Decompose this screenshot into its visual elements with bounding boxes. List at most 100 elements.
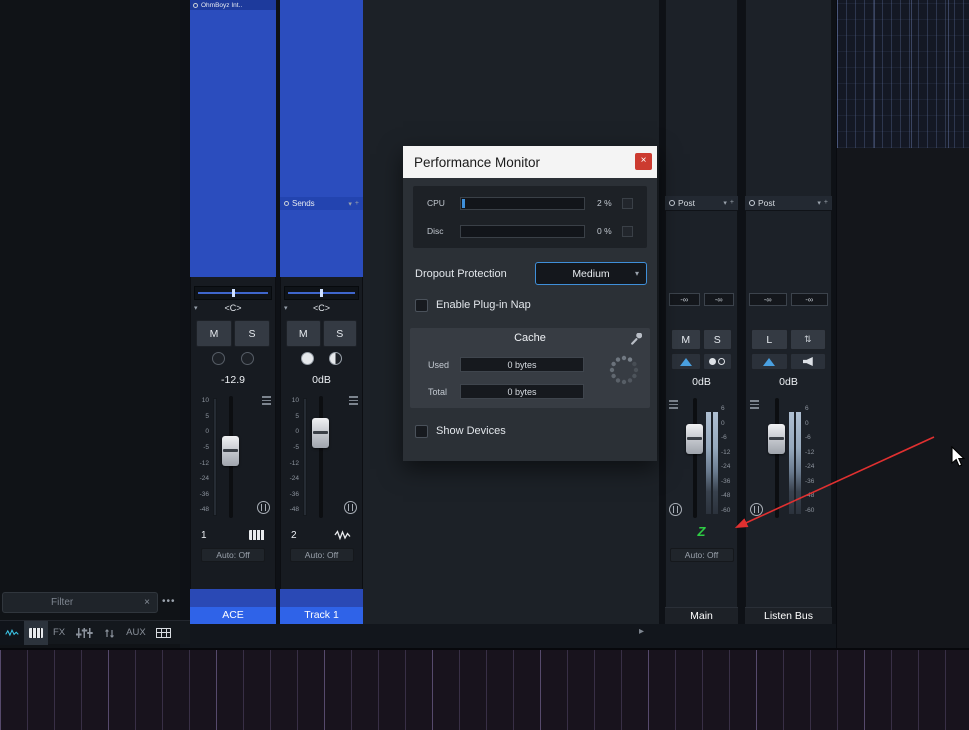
peak-readout-right[interactable]: -∞ [790, 293, 828, 306]
channel-mode-button[interactable] [669, 503, 682, 516]
show-devices-label: Show Devices [436, 425, 506, 437]
monitor-button[interactable] [241, 352, 254, 365]
automation-options-icon[interactable] [669, 400, 678, 409]
peak-readout-left[interactable]: -∞ [749, 293, 787, 306]
filter-input[interactable]: Filter × [2, 592, 158, 613]
scale-label: -24 [289, 475, 299, 483]
gain-value[interactable]: -12.9 [190, 374, 276, 386]
channel-mode-button[interactable] [344, 501, 357, 514]
chevron-down-icon[interactable]: ▾ [723, 199, 727, 207]
dropout-protection-select[interactable]: Medium ▾ [535, 262, 647, 285]
peak-readout-left[interactable]: -∞ [669, 293, 700, 306]
scale-label: -24 [721, 463, 731, 470]
channel-name[interactable]: Main [665, 607, 738, 624]
channel-name[interactable]: Listen Bus [745, 607, 832, 624]
scale-label: -48 [721, 492, 731, 499]
expand-icon[interactable]: ▾ [194, 304, 198, 312]
grid-icon [155, 627, 171, 638]
scale-label: -12 [289, 459, 299, 467]
plugin-nap-checkbox[interactable] [415, 299, 428, 312]
pan-slider[interactable] [284, 286, 359, 300]
listen-button[interactable]: L [751, 329, 788, 350]
io-routing-button[interactable] [98, 621, 121, 645]
inserts-area[interactable]: Sends ▾ + [280, 0, 363, 277]
pan-center-tick [231, 289, 235, 297]
fader-handle[interactable] [768, 424, 785, 454]
scale-label: -12 [805, 448, 815, 456]
insert-device-header[interactable]: OhmBoyz Int.. [190, 0, 276, 10]
add-send-icon[interactable]: + [355, 200, 359, 208]
scroll-right-arrow[interactable]: ▸ [639, 626, 644, 637]
solo-button[interactable]: S [702, 329, 732, 350]
automation-options-icon[interactable] [262, 396, 271, 405]
record-button[interactable] [301, 352, 315, 365]
chevron-down-icon[interactable]: ▾ [817, 199, 821, 207]
channel-mode-button[interactable] [257, 501, 270, 514]
wrench-icon[interactable] [630, 333, 642, 345]
peak-readout-right[interactable]: -∞ [703, 293, 734, 306]
channel-mode-button[interactable] [750, 503, 763, 516]
automation-options-icon[interactable] [750, 400, 759, 409]
trim-button[interactable]: ⇅ [789, 329, 826, 350]
track-color-band [280, 589, 363, 607]
chevron-down-icon[interactable]: ▾ [348, 200, 352, 208]
channel-number: 2 [291, 529, 297, 541]
pan-slider[interactable] [194, 286, 272, 300]
scale-label: -24 [805, 463, 815, 470]
power-icon[interactable] [193, 2, 198, 8]
pan-readout[interactable]: ▾ <C> [280, 303, 363, 316]
gain-value[interactable]: 0dB [745, 376, 832, 388]
fader-handle[interactable] [222, 436, 239, 466]
metering-button[interactable] [751, 353, 788, 370]
dialog-titlebar[interactable]: Performance Monitor × [403, 146, 657, 178]
gain-value[interactable]: 0dB [280, 374, 363, 386]
solo-button[interactable]: S [234, 320, 270, 347]
power-icon[interactable] [749, 200, 755, 206]
add-icon[interactable]: + [730, 199, 734, 207]
banks-button[interactable] [151, 621, 176, 645]
output-route-header[interactable]: Post ▾ + [745, 196, 832, 211]
disc-progressbar [460, 225, 585, 238]
audio-parts-button[interactable] [0, 620, 24, 645]
mute-button[interactable]: M [671, 329, 701, 350]
scale-label: 0 [805, 419, 809, 427]
low-latency-z-button[interactable]: Z [665, 524, 738, 542]
monitor-button[interactable] [328, 352, 342, 365]
fader-handle[interactable] [686, 424, 703, 454]
instrument-parts-button[interactable] [24, 620, 48, 645]
solo-button[interactable]: S [322, 320, 357, 347]
mute-button[interactable]: M [196, 320, 232, 347]
cpu-progressbar [460, 197, 585, 210]
add-icon[interactable]: + [824, 199, 828, 207]
power-icon[interactable] [284, 201, 289, 206]
mute-button[interactable]: M [286, 320, 321, 347]
automation-mode-button[interactable]: Auto: Off [201, 548, 265, 562]
inserts-area[interactable]: OhmBoyz Int.. [190, 0, 276, 277]
metering-button[interactable] [671, 353, 701, 370]
mixer-channels-button[interactable] [70, 621, 98, 645]
pan-readout[interactable]: ▾ <C> [190, 303, 276, 316]
more-options-button[interactable]: ••• [162, 596, 176, 607]
fx-button[interactable]: FX [48, 621, 70, 645]
automation-options-icon[interactable] [349, 396, 358, 405]
cache-used-label: Used [428, 360, 450, 370]
clear-filter-icon[interactable]: × [144, 597, 150, 608]
fader-handle[interactable] [312, 418, 329, 448]
power-icon[interactable] [669, 200, 675, 206]
expand-icon[interactable]: ▾ [284, 304, 288, 312]
gain-value[interactable]: 0dB [665, 376, 738, 388]
arrange-grid-bottom [0, 648, 969, 730]
show-devices-checkbox[interactable] [415, 425, 428, 438]
automation-mode-button[interactable]: Auto: Off [289, 548, 354, 562]
close-button[interactable]: × [635, 153, 652, 170]
monitor-output-button[interactable] [789, 353, 826, 370]
scale-label: 10 [291, 397, 299, 404]
stereo-mode-button[interactable] [702, 353, 732, 370]
record-button[interactable] [212, 352, 225, 365]
automation-mode-button[interactable]: Auto: Off [669, 548, 734, 562]
aux-button[interactable]: AUX [121, 621, 151, 645]
sends-header[interactable]: Sends ▾ + [280, 197, 363, 210]
output-route-header[interactable]: Post ▾ + [665, 196, 738, 211]
channel-name[interactable]: ACE [190, 607, 276, 624]
channel-name[interactable]: Track 1 [280, 607, 363, 624]
